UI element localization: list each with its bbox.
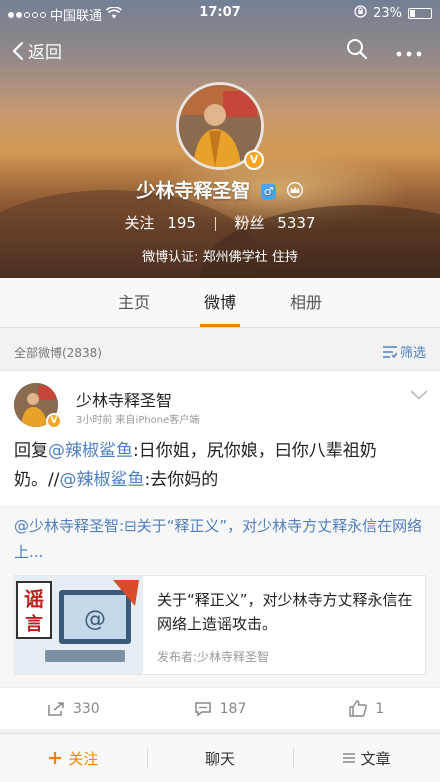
rotation-lock-icon bbox=[354, 5, 367, 22]
chevron-down-icon[interactable] bbox=[410, 385, 428, 404]
menu-icon bbox=[342, 753, 355, 763]
filter-bar: 全部微博(2838) 筛选 bbox=[0, 330, 440, 370]
fans-label: 粉丝 bbox=[234, 214, 265, 232]
thumb-label-small: 言 bbox=[25, 613, 43, 635]
repost-icon bbox=[48, 701, 64, 716]
repost-mention[interactable]: @少林寺释圣智 bbox=[14, 517, 119, 535]
repost-text: @少林寺释圣智:⊟关于“释正义”，对少林寺方丈释永信在网络上... bbox=[14, 513, 424, 565]
mention-link-1[interactable]: @辣椒鲨鱼 bbox=[48, 441, 133, 461]
nav-actions bbox=[346, 38, 422, 64]
chat-button[interactable]: 聊天 bbox=[146, 734, 294, 782]
article-label: 文章 bbox=[360, 749, 391, 768]
article-title: 关于“释正义”，对少林寺方丈释永信在网络上造谣攻击。 bbox=[157, 591, 413, 633]
following-label: 关注 bbox=[124, 214, 155, 232]
search-icon[interactable] bbox=[346, 38, 368, 64]
comment-button[interactable]: 187 bbox=[147, 688, 294, 729]
article-publisher: 发布者:少林寺释圣智 bbox=[157, 650, 270, 664]
like-button[interactable]: 1 bbox=[293, 688, 440, 729]
comment-count: 187 bbox=[219, 700, 247, 717]
status-right: 23% bbox=[354, 5, 432, 22]
follow-label: 关注 bbox=[68, 749, 99, 768]
tab-weibo[interactable]: 微博 bbox=[199, 278, 241, 327]
profile-tabs: 主页 微博 相册 bbox=[0, 278, 440, 328]
bottom-bar: 关注 聊天 文章 bbox=[0, 733, 440, 782]
following-stat[interactable]: 关注 195 bbox=[125, 214, 201, 232]
back-button[interactable]: 返回 bbox=[12, 38, 62, 63]
status-bar: 中国联通 17:07 23% bbox=[0, 0, 440, 26]
filter-button[interactable]: 筛选 bbox=[382, 342, 426, 361]
profile-cover: 中国联通 17:07 23% 返回 V 少林寺释圣智 ♂ 关注 195 粉丝 5… bbox=[0, 0, 440, 278]
article-card[interactable]: @ 谣 言 关于“释正义”，对少林寺方丈释永信在网络上造谣攻击。 发布者:少林寺… bbox=[14, 575, 426, 675]
fans-stat[interactable]: 粉丝 5337 bbox=[235, 214, 316, 232]
filter-label: 筛选 bbox=[399, 346, 426, 361]
fans-count: 5337 bbox=[277, 214, 316, 232]
chevron-left-icon bbox=[12, 41, 24, 60]
post-content: 回复@辣椒鲨鱼:日你姐，尻你娘，曰你八辈祖奶奶。//@辣椒鲨鱼:去你妈的 bbox=[14, 437, 424, 495]
crown-icon[interactable] bbox=[286, 181, 304, 203]
stats-divider bbox=[214, 216, 216, 231]
article-menu-button[interactable]: 文章 bbox=[293, 734, 440, 782]
tab-home[interactable]: 主页 bbox=[114, 278, 154, 327]
profile-name: 少林寺释圣智 bbox=[136, 180, 251, 202]
repost-button[interactable]: 330 bbox=[0, 688, 147, 729]
profile-stats: 关注 195 粉丝 5337 bbox=[0, 212, 440, 233]
thumb-label-big: 谣 bbox=[24, 587, 44, 611]
more-icon[interactable] bbox=[396, 42, 422, 61]
weibo-count: 全部微博(2838) bbox=[14, 346, 102, 360]
mention-link-2[interactable]: @辣椒鲨鱼 bbox=[59, 470, 144, 490]
author-verified-icon: V bbox=[46, 413, 62, 429]
post-author-name[interactable]: 少林寺释圣智 bbox=[76, 387, 172, 411]
post-meta: 3小时前 来自iPhone客户端 bbox=[76, 415, 200, 426]
reposted-content[interactable]: @少林寺释圣智:⊟关于“释正义”，对少林寺方丈释永信在网络上... @ 谣 言 … bbox=[0, 505, 440, 687]
chat-label: 聊天 bbox=[205, 749, 236, 768]
nav-bar: 返回 bbox=[0, 34, 440, 68]
reply-prefix: 回复 bbox=[14, 441, 48, 461]
battery-level bbox=[410, 10, 415, 17]
profile-name-row: 少林寺释圣智 ♂ bbox=[0, 176, 440, 203]
back-label: 返回 bbox=[28, 43, 62, 63]
following-count: 195 bbox=[167, 214, 196, 232]
comment-icon bbox=[194, 701, 211, 716]
post-actions: 330 187 1 bbox=[0, 687, 440, 729]
repost-count: 330 bbox=[72, 700, 100, 717]
filter-icon bbox=[382, 345, 397, 358]
weibo-post[interactable]: V 少林寺释圣智 3小时前 来自iPhone客户端 回复@辣椒鲨鱼:日你姐，尻你… bbox=[0, 370, 440, 687]
post-text-2: :去你妈的 bbox=[144, 470, 219, 490]
verification-text: 微博认证: 郑州佛学社 住持 bbox=[142, 250, 298, 265]
verified-badge-icon: V bbox=[244, 150, 264, 170]
plus-icon bbox=[49, 752, 62, 764]
thumbs-up-icon bbox=[349, 700, 368, 717]
follow-button[interactable]: 关注 bbox=[0, 734, 147, 782]
battery-icon bbox=[408, 8, 432, 19]
article-thumbnail: @ 谣 言 bbox=[15, 576, 143, 674]
like-count: 1 bbox=[375, 700, 385, 717]
svg-text:@: @ bbox=[84, 607, 106, 632]
male-gender-icon: ♂ bbox=[261, 184, 276, 199]
battery-percent: 23% bbox=[373, 6, 402, 21]
tab-album[interactable]: 相册 bbox=[286, 278, 326, 327]
